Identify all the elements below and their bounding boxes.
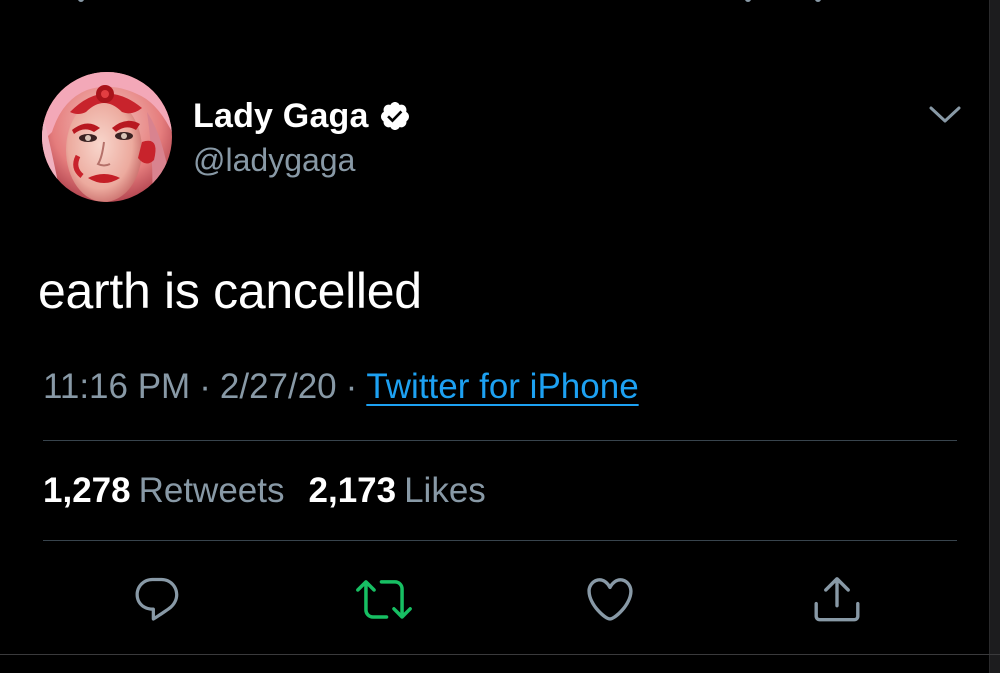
avatar-image [42, 72, 172, 202]
retweets-stat[interactable]: 1,278 Retweets [43, 471, 285, 510]
chevron-down-icon [929, 106, 961, 123]
tweet-date: 2/27/20 [219, 367, 337, 406]
author-display-name[interactable]: Lady Gaga [193, 97, 369, 136]
heart-icon [587, 578, 633, 621]
likes-stat[interactable]: 2,173 Likes [309, 471, 486, 510]
like-button[interactable] [582, 571, 638, 627]
retweet-button[interactable] [356, 571, 412, 627]
divider [43, 540, 957, 541]
meta-separator: · [345, 367, 358, 406]
cropped-header-fragment [0, 0, 1000, 4]
verified-badge-icon [380, 102, 409, 130]
share-button[interactable] [809, 571, 865, 627]
more-options-button[interactable] [928, 102, 962, 126]
tweet-detail-page: Lady Gaga @ladygaga earth is cancelled 1… [0, 0, 1000, 673]
author-name-row[interactable]: Lady Gaga [193, 96, 411, 136]
share-icon [814, 577, 860, 622]
tweet-meta: 11:16 PM · 2/27/20 · Twitter for iPhone [43, 367, 639, 407]
tweet-source-link[interactable]: Twitter for iPhone [366, 367, 638, 406]
retweet-icon [356, 580, 412, 619]
author-handle[interactable]: @ladygaga [193, 142, 355, 179]
divider [43, 440, 957, 441]
meta-separator: · [199, 367, 211, 406]
reply-icon [135, 577, 179, 621]
likes-label: Likes [404, 471, 486, 510]
scrollbar-track[interactable] [990, 0, 1000, 673]
tweet-text: earth is cancelled [38, 263, 422, 319]
retweets-label: Retweets [138, 471, 285, 510]
reply-button[interactable] [129, 571, 185, 627]
divider [0, 654, 1000, 655]
retweets-count: 1,278 [43, 471, 131, 510]
likes-count: 2,173 [308, 471, 397, 510]
tweet-time: 11:16 PM [43, 367, 191, 406]
avatar[interactable] [42, 72, 172, 202]
tweet-stats: 1,278 Retweets 2,173 Likes [43, 471, 486, 511]
